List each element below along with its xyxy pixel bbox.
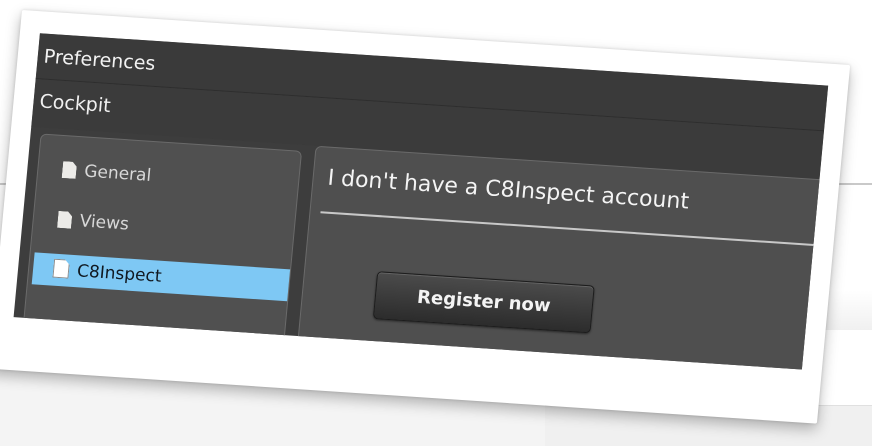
tree-item-c8inspect[interactable]: C8Inspect xyxy=(31,252,291,302)
tree-item-label: C8Inspect xyxy=(76,261,163,287)
account-heading: I don't have a C8Inspect account xyxy=(326,165,691,215)
content-panel: I don't have a C8Inspect account Registe… xyxy=(296,145,829,370)
tree-item-label: Views xyxy=(78,211,130,235)
tree-item-label: General xyxy=(83,161,153,186)
register-now-button[interactable]: Register now xyxy=(372,271,595,334)
tree-item-views[interactable]: Views xyxy=(32,202,294,251)
document-icon xyxy=(52,259,70,279)
screenshot-card: Preferences Cockpit General Views C8Insp… xyxy=(0,10,851,424)
preferences-tree: General Views C8Inspect xyxy=(21,133,303,353)
heading-divider xyxy=(320,211,820,247)
tree-item-general[interactable]: General xyxy=(37,152,299,201)
document-icon xyxy=(57,211,73,229)
preferences-window: Preferences Cockpit General Views C8Insp… xyxy=(13,33,829,370)
document-icon xyxy=(62,161,78,179)
